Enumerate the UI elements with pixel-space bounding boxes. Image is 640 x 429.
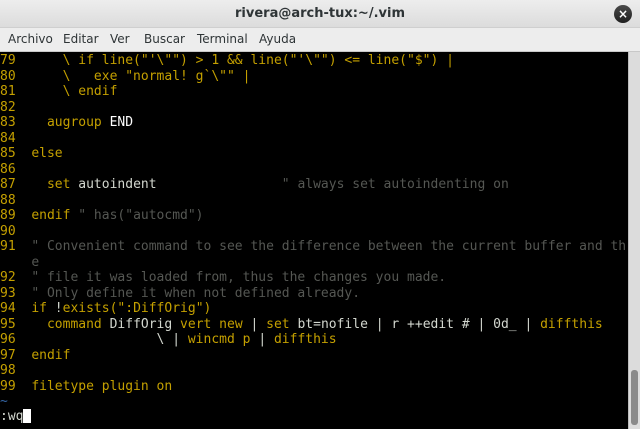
code-text: if [31,301,55,316]
line-number: 79 [0,53,32,68]
code-text: | [258,332,274,347]
line-number: 82 [0,99,32,115]
line-number: 91 [0,239,32,254]
code-text: ! [54,301,63,316]
editor-line: 85 else [0,146,63,162]
menu-item-buscar[interactable]: Buscar [144,32,185,46]
code-text: \ | [31,332,188,347]
editor-line: 99 filetype plugin on [0,379,172,395]
editor-line: 96 \ | wincmd p | diffthis [0,332,337,348]
editor-line: 83 augroup END [0,115,133,131]
code-text: \ if line("'\"") > 1 && line("'\"") <= l… [31,53,454,68]
editor-line: 92 " file it was loaded from, thus the c… [0,270,446,286]
editor-line: 95 command DiffOrig vert new | set bt=no… [0,317,603,333]
terminal-window: rivera@arch-tux:~/.vim × Archivo Editar … [0,0,640,429]
empty-line-tilde: ~ [0,394,8,409]
command-text: :wq [0,409,24,424]
line-number: 87 [0,177,32,192]
code-text: endif [31,208,79,223]
line-number: 88 [0,192,32,208]
code-text: bt=nofile | r ++edit # | 0d_ | [297,316,541,332]
code-text: " file it was loaded from, thus the chan… [31,270,447,285]
editor-line: 81 \ endif [0,84,117,100]
line-number: 81 [0,84,32,99]
line-number [0,255,31,270]
editor-line: 94 if !exists(":DiffOrig") [0,301,211,317]
code-text: augroup [31,115,110,130]
line-number: 96 [0,332,32,347]
code-text: set [31,177,79,192]
editor-line: 82 [0,100,31,116]
close-button[interactable]: × [614,5,632,23]
editor-line: 90 [0,224,31,240]
code-text: \ exe [31,68,126,84]
line-number: 97 [0,347,32,363]
code-text: \ endif [31,84,118,99]
text-cursor [23,409,32,423]
line-number: 95 [0,316,32,332]
menu-item-terminal[interactable]: Terminal [197,32,248,46]
code-text: " has("autocmd") [78,208,204,223]
editor-line: 80 \ exe "normal! g`\"" | [0,69,250,85]
code-text: " Only define it when not defined alread… [31,285,361,301]
editor-line: 93 " Only define it when not defined alr… [0,286,360,302]
code-text: vert new [180,316,251,332]
editor-line: e [0,255,39,271]
code-text: | [250,316,267,332]
scrollbar-thumb[interactable] [631,370,638,425]
code-text: command [31,316,110,332]
line-number: 94 [0,301,32,316]
close-icon: × [617,7,629,21]
editor-line: 88 [0,193,31,209]
code-text: DiffOrig [109,316,181,332]
editor-line: 87 set autoindent " always set autoinden… [0,177,509,193]
line-number: 98 [0,363,32,378]
code-text: diffthis [273,332,337,347]
menu-bar: Archivo Editar Ver Buscar Terminal Ayuda [0,28,640,52]
editor-line: 98 [0,363,31,379]
editor-line: 79 \ if line("'\"") > 1 && line("'\"") <… [0,53,454,69]
code-text: ":DiffOrig" [117,301,204,316]
menu-item-ayuda[interactable]: Ayuda [259,32,296,46]
terminal-area[interactable]: 79 \ if line("'\"") > 1 && line("'\"") <… [0,52,628,429]
code-text: else [31,146,63,161]
line-number: 90 [0,223,32,239]
editor-line: 91 " Convenient command to see the diffe… [0,239,626,255]
line-number: 89 [0,208,32,223]
window-title: rivera@arch-tux:~/.vim [235,6,405,21]
editor-line: 84 [0,131,31,147]
code-text: endif [31,347,71,363]
line-number: 80 [0,68,32,84]
menu-item-archivo[interactable]: Archivo [8,32,53,46]
code-text: e [31,254,40,270]
code-text: exists( [62,301,118,316]
line-number: 93 [0,285,32,301]
line-number: 92 [0,270,32,285]
vertical-scrollbar[interactable] [628,52,640,429]
code-text: autoindent [78,177,157,192]
line-number: 83 [0,115,32,130]
code-text: " Convenient command to see the differen… [31,239,627,254]
code-text: " always set autoindenting on [281,177,509,192]
code-text: END [109,115,134,130]
editor-line: 97 endif [0,348,70,364]
code-text: "normal! g`\"" [125,68,235,84]
line-number: 84 [0,130,32,146]
code-text: set [266,316,298,332]
editor-line: 86 [0,162,31,178]
line-number: 85 [0,146,32,161]
code-text: wincmd p [187,332,259,347]
code-text: ) [203,301,212,316]
code-text: | [234,68,251,84]
line-number: 99 [0,378,32,394]
menu-item-editar[interactable]: Editar [63,32,99,46]
code-text: diffthis [540,316,603,332]
editor-line: 89 endif " has("autocmd") [0,208,204,224]
menu-item-ver[interactable]: Ver [110,32,130,46]
command-line[interactable]: :wq [0,409,32,425]
code-text: filetype plugin on [31,378,173,394]
title-bar[interactable]: rivera@arch-tux:~/.vim × [0,0,640,28]
line-number: 86 [0,161,32,177]
